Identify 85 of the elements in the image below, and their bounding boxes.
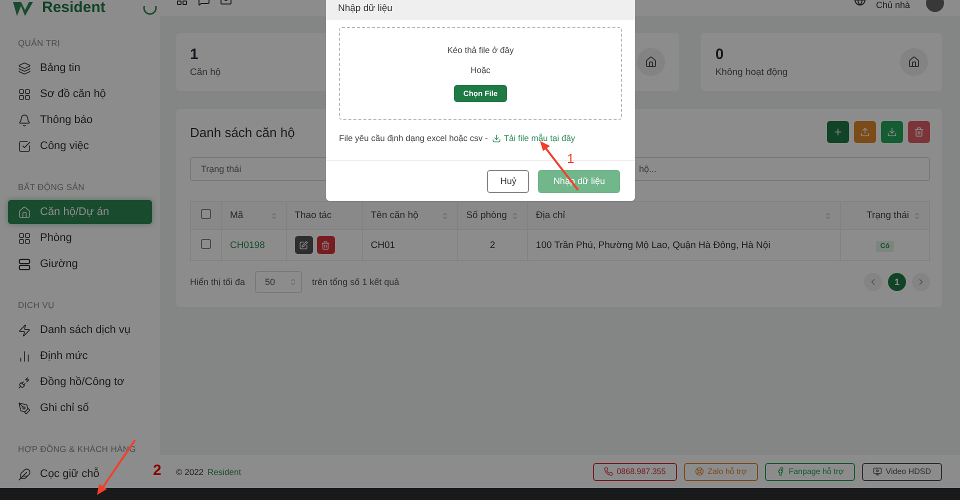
trash-icon bbox=[914, 127, 924, 137]
drop-text: Kéo thả file ở đây bbox=[447, 45, 514, 55]
column-header[interactable]: Mã bbox=[222, 202, 286, 230]
edit-button[interactable] bbox=[294, 236, 313, 254]
stat-value: 1 bbox=[190, 46, 200, 63]
sidebar-item[interactable]: Công việc bbox=[8, 134, 152, 158]
download-icon bbox=[492, 134, 501, 142]
sidebar-item[interactable]: Thông báo bbox=[8, 108, 152, 132]
cancel-button[interactable]: Huỷ bbox=[487, 170, 530, 192]
page-size-label: Hiển thị tối đa bbox=[190, 277, 246, 287]
column-header[interactable]: Số phòng bbox=[458, 202, 528, 230]
brand-name: Resident bbox=[42, 0, 106, 16]
support-link-button[interactable]: Video HDSD bbox=[862, 462, 942, 480]
annotation-number: 1 bbox=[567, 151, 574, 166]
upload-button[interactable] bbox=[854, 121, 876, 143]
video-icon bbox=[872, 467, 882, 476]
result-count: trên tổng số 1 kết quả bbox=[312, 277, 400, 287]
logo-icon bbox=[12, 2, 34, 16]
task-icon bbox=[18, 140, 31, 152]
home-icon bbox=[637, 48, 666, 76]
table-cell: 2 bbox=[458, 230, 528, 260]
sidebar-item[interactable]: Bảng tin bbox=[8, 56, 152, 80]
plus-icon bbox=[833, 127, 843, 137]
sidebar-item[interactable]: Đồng hồ/Công tơ bbox=[8, 370, 152, 394]
stat-value: 0 bbox=[715, 46, 725, 63]
add-button[interactable] bbox=[827, 121, 849, 143]
support-link-button[interactable]: 0868.987.355 bbox=[592, 462, 677, 480]
sidebar-item[interactable]: Định mức bbox=[8, 344, 152, 368]
feather-icon bbox=[18, 468, 31, 480]
home-icon bbox=[18, 206, 31, 218]
bar-chart-icon bbox=[18, 350, 31, 362]
sidebar-item[interactable]: Phòng bbox=[8, 226, 152, 250]
delete-button[interactable] bbox=[908, 121, 930, 143]
lifebuoy-icon bbox=[694, 467, 704, 476]
pen-icon bbox=[18, 402, 31, 414]
download-icon bbox=[887, 127, 897, 137]
column-header[interactable]: Địa chỉ bbox=[527, 202, 840, 230]
home-icon bbox=[900, 48, 928, 76]
user-role: Chủ nhà bbox=[876, 0, 910, 10]
checkbox[interactable] bbox=[201, 238, 211, 248]
bell-icon bbox=[18, 114, 31, 126]
facebook-icon bbox=[776, 467, 785, 476]
grid-icon bbox=[18, 232, 31, 244]
avatar bbox=[926, 0, 944, 12]
template-download-link[interactable]: Tải file mẫu tại đây bbox=[492, 133, 576, 143]
phone-icon bbox=[604, 467, 613, 476]
panel-title: Danh sách căn hộ bbox=[190, 124, 295, 140]
copyright: © 2022 bbox=[176, 466, 204, 476]
annotation-number: 2 bbox=[153, 462, 162, 479]
sort-icon bbox=[289, 278, 298, 286]
or-text: Hoặc bbox=[470, 65, 490, 75]
sidebar-item[interactable]: Danh sách dịch vụ bbox=[8, 318, 152, 342]
sidebar-item[interactable]: Giường bbox=[8, 252, 152, 276]
edit-icon bbox=[299, 240, 308, 250]
column-header[interactable]: Trạng thái bbox=[840, 202, 930, 230]
code-link[interactable]: CH0198 bbox=[230, 240, 265, 250]
download-button[interactable] bbox=[881, 121, 903, 143]
section-title: DỊCH VỤ bbox=[17, 299, 56, 312]
sidebar-item[interactable]: Ghi chỉ số bbox=[8, 396, 152, 420]
layers-icon bbox=[18, 62, 31, 74]
stat-label: Căn hộ bbox=[190, 67, 221, 78]
dialog-title: Nhập dữ liệu bbox=[326, 0, 635, 20]
sidebar-item[interactable]: Căn hộ/Dự án bbox=[8, 200, 152, 224]
plug-icon bbox=[18, 376, 31, 388]
lightning-icon bbox=[18, 324, 31, 336]
brand-link[interactable]: Resident bbox=[208, 466, 242, 476]
bed-icon bbox=[18, 258, 31, 270]
stat-label: Không hoạt động bbox=[715, 67, 788, 78]
sidebar-item[interactable]: Cọc giữ chỗ bbox=[8, 462, 152, 486]
checkbox[interactable] bbox=[201, 209, 211, 219]
column-header[interactable]: Tên căn hộ bbox=[362, 202, 458, 230]
delete-button[interactable] bbox=[316, 236, 335, 254]
grid-icon bbox=[18, 88, 31, 100]
page-button[interactable]: 1 bbox=[888, 273, 906, 291]
section-title: QUẢN TRỊ bbox=[17, 37, 62, 50]
support-link-button[interactable]: Fanpage hỗ trợ bbox=[764, 462, 855, 480]
trash-icon bbox=[321, 240, 330, 250]
table-cell: CH01 bbox=[362, 230, 458, 260]
sidebar-item[interactable]: Sơ đồ căn hộ bbox=[8, 82, 152, 106]
section-title: BẤT ĐỘNG SẢN bbox=[17, 181, 86, 194]
upload-icon bbox=[860, 127, 870, 137]
column-header: Thao tác bbox=[286, 202, 362, 230]
table-cell: 100 Trần Phú, Phường Mộ Lao, Quận Hà Đông, Hà Nội bbox=[527, 230, 840, 260]
page-size-select[interactable]: 50 bbox=[255, 271, 302, 293]
format-note: File yêu cầu định dạng excel hoặc csv - bbox=[339, 133, 488, 143]
